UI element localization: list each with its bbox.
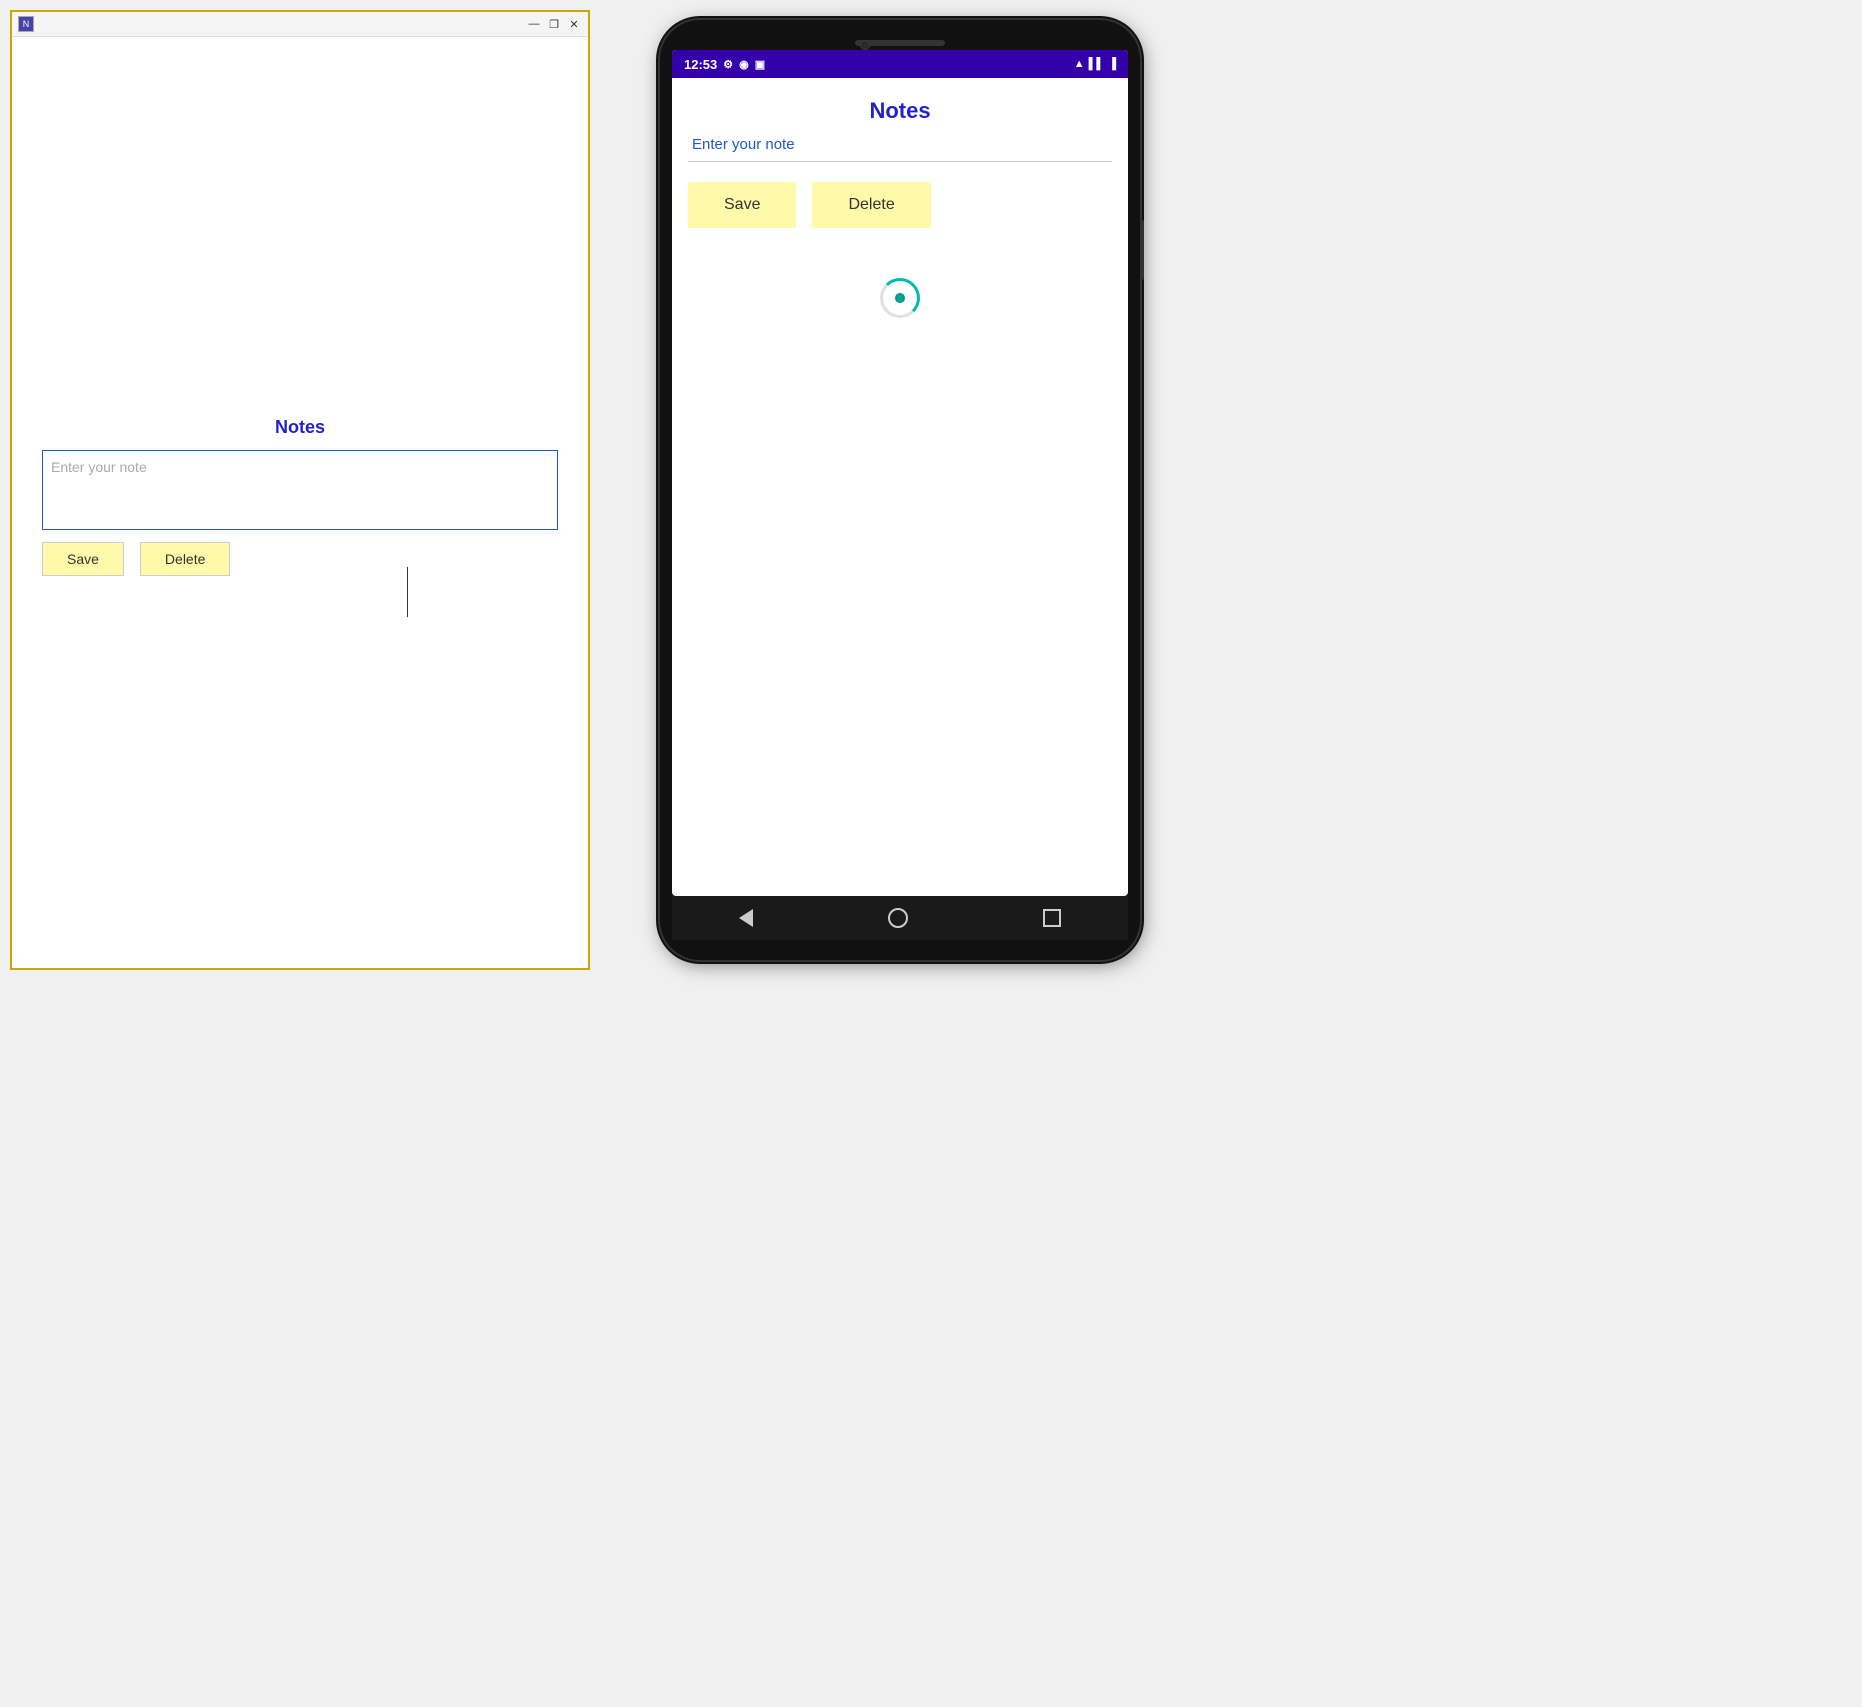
window-titlebar: N — ❐ ✕ xyxy=(12,12,588,37)
phone-nav-bar xyxy=(672,896,1128,940)
phone-camera xyxy=(860,40,870,50)
phone-device: 12:53 ⚙ ◉ ▣ ▲ ▌▌ ▐ Notes Enter your note… xyxy=(660,20,1140,960)
statusbar-right: ▲ ▌▌ ▐ xyxy=(1074,58,1116,70)
window-content: Notes Save Delete xyxy=(12,37,588,968)
phone-divider xyxy=(688,161,1112,162)
settings-icon: ⚙ xyxy=(723,58,733,71)
desktop-save-button[interactable]: Save xyxy=(42,542,124,576)
minimize-button[interactable]: — xyxy=(526,17,542,31)
desktop-notes-section: Notes Save Delete xyxy=(42,417,558,576)
phone-app-title: Notes xyxy=(869,98,930,124)
signal-icon: ▌▌ xyxy=(1089,58,1105,70)
phone-note-label: Enter your note xyxy=(692,136,795,153)
home-button[interactable] xyxy=(888,908,908,928)
vertical-line-decoration xyxy=(407,567,408,617)
wifi-icon: ▲ xyxy=(1074,58,1085,70)
window-title-icon: N xyxy=(18,16,34,32)
desktop-window: N — ❐ ✕ Notes Save Delete xyxy=(10,10,590,970)
recents-button[interactable] xyxy=(1043,909,1061,927)
loading-inner-dot xyxy=(895,293,905,303)
desktop-app-title: Notes xyxy=(275,417,325,438)
battery-icon: ▐ xyxy=(1108,58,1116,70)
back-button[interactable] xyxy=(739,909,753,927)
phone-save-button[interactable]: Save xyxy=(688,182,796,228)
desktop-note-textarea[interactable] xyxy=(42,450,558,530)
statusbar-left: 12:53 ⚙ ◉ ▣ xyxy=(684,57,765,72)
title-icon-label: N xyxy=(23,19,30,29)
maximize-button[interactable]: ❐ xyxy=(546,17,562,31)
back-icon xyxy=(739,909,753,927)
desktop-buttons: Save Delete xyxy=(42,542,230,576)
phone-buttons: Save Delete xyxy=(688,182,931,228)
phone-statusbar: 12:53 ⚙ ◉ ▣ ▲ ▌▌ ▐ xyxy=(672,50,1128,78)
desktop-delete-button[interactable]: Delete xyxy=(140,542,230,576)
home-icon xyxy=(888,908,908,928)
statusbar-time: 12:53 xyxy=(684,57,717,72)
window-controls: — ❐ ✕ xyxy=(526,17,582,31)
nfc-icon: ▣ xyxy=(755,58,765,71)
phone-app-content: Notes Enter your note Save Delete xyxy=(672,78,1128,896)
close-button[interactable]: ✕ xyxy=(566,17,582,31)
phone-notch xyxy=(672,40,1128,46)
phone-screen: 12:53 ⚙ ◉ ▣ ▲ ▌▌ ▐ Notes Enter your note… xyxy=(672,50,1128,896)
recents-icon xyxy=(1043,909,1061,927)
location-icon: ◉ xyxy=(739,58,749,71)
phone-side-button xyxy=(1140,220,1144,280)
loading-indicator xyxy=(880,278,920,318)
phone-delete-button[interactable]: Delete xyxy=(812,182,930,228)
